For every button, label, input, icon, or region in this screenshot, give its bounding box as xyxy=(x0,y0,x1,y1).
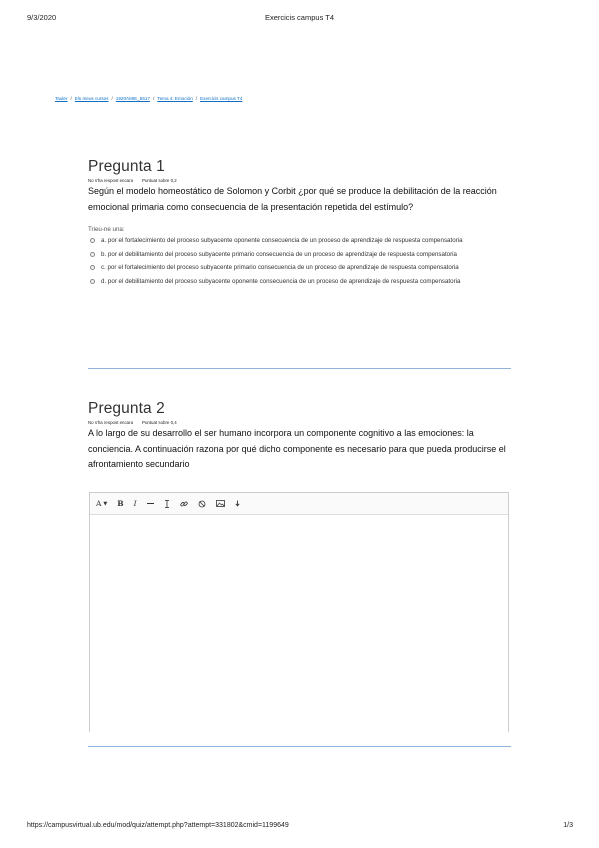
answer-option-d[interactable]: d. por el debilitamiento del proceso sub… xyxy=(88,277,511,288)
editor-toolbar: A ▼ B I xyxy=(90,493,508,515)
answer-option-b[interactable]: b. por el debilitamiento del proceso sub… xyxy=(88,250,511,261)
question-divider xyxy=(88,368,511,369)
question-2: Pregunta 2 No s'ha respost encara Puntuat… xyxy=(88,400,511,473)
radio-button[interactable] xyxy=(90,238,95,243)
answer-option-a[interactable]: a. por el fortalecimiento del proceso su… xyxy=(88,236,511,247)
breadcrumb: Tauler / Els meus cursos/1920AMIE_5517/Tem… xyxy=(55,96,242,101)
unordered-list-icon[interactable] xyxy=(146,500,154,507)
question-grade: Puntuat sobre 0,4 xyxy=(142,420,177,425)
breadcrumb-link-topic[interactable]: Tema 4: Emoción xyxy=(157,96,193,101)
question-title: Pregunta 2 xyxy=(88,400,165,417)
print-header: 9/3/2020 Exercicis campus T4 xyxy=(0,13,599,25)
question-text: Según el modelo homeostático de Solomon … xyxy=(88,186,497,212)
print-title: Exercicis campus T4 xyxy=(264,13,335,22)
breadcrumb-separator: / xyxy=(153,96,155,101)
answer-option-c[interactable]: c. por el fortalecimiento del proceso su… xyxy=(88,263,511,274)
breadcrumb-separator: / xyxy=(70,96,72,101)
print-url: https://campusvirtual.ub.edu/mod/quiz/at… xyxy=(27,822,289,829)
breadcrumb-link-quiz[interactable]: Exercicis campus T4 xyxy=(200,96,242,101)
breadcrumb-link-tauler[interactable]: Tauler xyxy=(55,96,68,101)
question-grade: Puntuat sobre 0,2 xyxy=(142,178,177,183)
question-title: Pregunta 1 xyxy=(88,158,165,175)
essay-editor: A ▼ B I xyxy=(89,492,509,733)
answer-prompt: Trieu-ne una: xyxy=(88,226,125,233)
question-info: No s'ha respost encara Puntuat sobre 0,2 xyxy=(88,178,511,183)
answer-option-label: c. por el fortalecimiento del proceso su… xyxy=(101,264,459,271)
radio-button[interactable] xyxy=(90,265,95,270)
breadcrumb-separator: / xyxy=(111,96,113,101)
image-icon[interactable] xyxy=(215,500,225,507)
font-size-icon[interactable]: A ▼ xyxy=(96,499,107,508)
answer-option-label: b. por el debilitamiento del proceso sub… xyxy=(101,250,457,258)
essay-answer-input[interactable] xyxy=(90,515,508,733)
bold-icon[interactable]: B xyxy=(117,499,123,508)
question-text: A lo largo de su desarrollo el ser human… xyxy=(88,428,506,469)
unlink-icon[interactable] xyxy=(198,500,206,508)
link-icon[interactable] xyxy=(179,500,188,508)
radio-button[interactable] xyxy=(90,278,95,284)
ordered-list-icon[interactable] xyxy=(164,499,170,508)
answer-option-label: a. por el fortalecimiento del proceso su… xyxy=(101,237,463,244)
media-icon[interactable] xyxy=(235,500,240,508)
breadcrumb-link-course[interactable]: 1920AMIE_5517 xyxy=(116,96,150,101)
breadcrumb-link-courses[interactable]: Els meus cursos xyxy=(75,96,109,101)
question-status: No s'ha respost encara xyxy=(88,420,134,425)
question-info: No s'ha respost encara Puntuat sobre 0,4 xyxy=(88,420,511,425)
answer-options: a. por el fortalecimiento del proceso su… xyxy=(88,236,511,287)
italic-icon[interactable]: I xyxy=(134,499,137,508)
question-status: No s'ha respost encara xyxy=(88,178,134,183)
page-number: 1/3 xyxy=(563,822,573,829)
breadcrumb-separator: / xyxy=(195,96,198,101)
question-1: Pregunta 1 No s'ha respost encara Puntuat… xyxy=(88,158,511,290)
radio-button[interactable] xyxy=(90,251,95,257)
answer-option-label: d. por el debilitamiento del proceso sub… xyxy=(101,277,461,285)
question-divider xyxy=(88,746,511,747)
